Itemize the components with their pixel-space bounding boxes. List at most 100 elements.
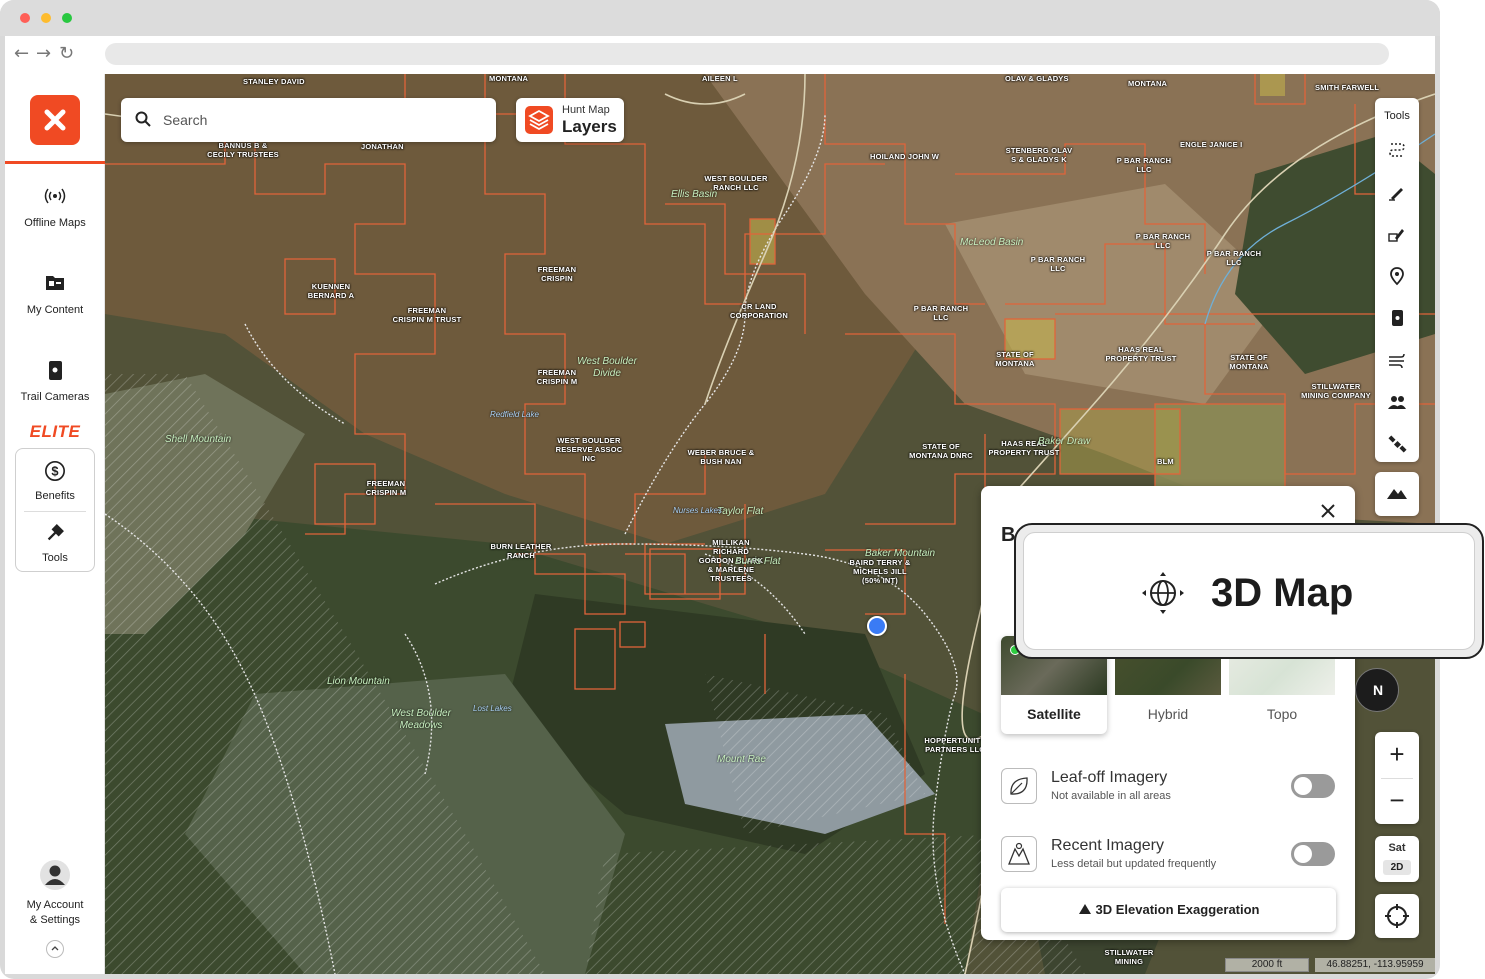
sidebar-item-trail-cameras[interactable]: Trail Cameras (5, 358, 105, 404)
sidebar-item-tools[interactable]: Tools (16, 521, 94, 565)
trail-camera-tool-icon[interactable] (1387, 308, 1407, 328)
parcel-owner-label: MONTANA (489, 74, 529, 83)
parcel-owner-label: P BAR RANCH LLC (1206, 249, 1262, 267)
parcel-owner-label: P BAR RANCH LLC (1135, 232, 1191, 250)
parcel-owner-label: FREEMAN CRISPIN M (365, 479, 407, 497)
coordinates-readout: 46.88251, -113.95959 (1315, 958, 1435, 972)
browser-window: ← → ↻ Offline Maps My Content Trail Came… (0, 0, 1440, 979)
recent-toggle[interactable] (1291, 842, 1335, 866)
crosshair-icon (1385, 904, 1409, 928)
user-location-marker[interactable] (867, 616, 887, 636)
leafoff-toggle[interactable] (1291, 774, 1335, 798)
zoom-in-button[interactable]: + (1375, 732, 1419, 778)
recent-title: Recent Imagery (1051, 837, 1164, 854)
sidebar-item-offline-maps[interactable]: Offline Maps (5, 184, 105, 230)
place-name-label: Burris Flat (735, 556, 781, 567)
parcel-owner-label: P BAR RANCH LLC (1030, 255, 1086, 273)
dollar-icon: $ (45, 461, 65, 481)
globe-3d-icon (1142, 572, 1184, 614)
parcel-owner-label: BAIRD TERRY & MICHELS JILL (50% INT) (849, 558, 911, 585)
reload-icon[interactable]: ↻ (59, 43, 74, 64)
parcel-owner-label: HAAS REAL PROPERTY TRUST (1105, 345, 1177, 363)
parcel-owner-label: STILLWATER MINING (1104, 948, 1154, 966)
sidebar: Offline Maps My Content Trail Cameras EL… (5, 74, 105, 974)
back-arrow-icon[interactable]: ← (14, 43, 29, 64)
water-name-label: Redfield Lake (490, 410, 539, 419)
zoom-out-button[interactable]: − (1375, 778, 1419, 824)
address-bar[interactable] (105, 43, 1389, 65)
layers-title: Layers (562, 117, 617, 136)
parcel-owner-label: CR LAND CORPORATION (730, 302, 788, 320)
offline-maps-icon (44, 188, 66, 204)
3d-map-label: 3D Map (1211, 571, 1354, 615)
place-name-label: West Boulder Divide (577, 356, 637, 379)
sidebar-item-benefits[interactable]: $ Benefits (16, 459, 94, 503)
place-name-label: West Boulder Meadows (391, 708, 451, 731)
place-name-label: Taylor Flat (717, 506, 764, 517)
search-icon (135, 111, 151, 127)
trail-camera-icon (49, 361, 62, 380)
water-name-label: Lost Lakes (473, 704, 512, 713)
3d-map-callout[interactable]: 3D Map (1014, 523, 1484, 659)
parcel-owner-label: STANLEY DAVID (243, 77, 305, 86)
collapse-sidebar-button[interactable] (46, 940, 64, 958)
parcel-owner-label: STENBERG OLAV S & GLADYS K (1005, 146, 1073, 164)
elite-badge: ELITE (29, 422, 81, 441)
recent-subtitle: Less detail but updated frequently (1051, 858, 1217, 870)
water-name-label: Nurses Lakes (673, 506, 722, 515)
friends-icon[interactable] (1387, 392, 1407, 412)
leafoff-subtitle: Not available in all areas (1051, 790, 1171, 802)
parcel-owner-label: ENGLE JANICE I (1180, 140, 1243, 149)
close-icon[interactable] (1319, 502, 1337, 520)
zoom-controls: + − (1375, 732, 1419, 824)
elite-section: $ Benefits Tools (15, 448, 95, 572)
3d-map-button[interactable]: 3D Map (1023, 532, 1475, 650)
parcel-owner-label: BLM (1157, 457, 1174, 466)
place-name-label: Shell Mountain (165, 434, 232, 445)
parcel-owner-label: WEST BOULDER RESERVE ASSOC INC (555, 436, 623, 463)
search-bar[interactable]: Search (121, 98, 496, 142)
route-tool-icon[interactable] (1387, 140, 1407, 160)
compass-north-label: N (1372, 682, 1384, 698)
tools-title: Tools (1384, 110, 1410, 122)
close-window-button[interactable] (20, 13, 30, 23)
search-input[interactable]: Search (163, 112, 207, 128)
forward-arrow-icon[interactable]: → (36, 43, 51, 64)
place-name-label: McLeod Basin (960, 237, 1024, 248)
compass-button[interactable]: N (1355, 668, 1399, 712)
sidebar-item-my-content[interactable]: My Content (5, 271, 105, 317)
waypoint-icon[interactable] (1387, 266, 1407, 286)
draw-shape-icon[interactable] (1387, 224, 1407, 244)
leafoff-title: Leaf-off Imagery (1051, 769, 1168, 786)
parcel-owner-label: OLAV & GLADYS (1005, 74, 1069, 83)
place-name-label: Lion Mountain (327, 676, 390, 687)
sidebar-item-account[interactable]: My Account & Settings (5, 860, 105, 927)
locate-me-button[interactable] (1375, 894, 1419, 938)
parcel-owner-label: AILEEN L (702, 74, 738, 83)
maximize-window-button[interactable] (62, 13, 72, 23)
account-label-2: & Settings (29, 914, 81, 926)
minimize-window-button[interactable] (41, 13, 51, 23)
parcel-owner-label: HOILAND JOHN W (870, 152, 940, 161)
map-style-toggle[interactable]: Sat 2D (1375, 836, 1419, 882)
chevron-up-icon (51, 946, 59, 951)
wind-icon[interactable] (1387, 350, 1407, 370)
parcel-owner-label: JONATHAN (361, 142, 404, 151)
elevation-exaggeration-button[interactable]: 3D Elevation Exaggeration (1001, 888, 1336, 932)
logo-underline (5, 161, 105, 164)
satellite-icon[interactable] (1387, 434, 1407, 454)
layers-button[interactable]: Hunt Map Layers (516, 98, 624, 142)
tools-icon (47, 524, 64, 541)
terrain-3d-button[interactable] (1375, 472, 1419, 516)
app-logo[interactable] (30, 95, 80, 145)
draw-line-icon[interactable] (1387, 182, 1407, 202)
sidebar-item-label: Trail Cameras (20, 391, 90, 403)
tile-label: Hybrid (1147, 706, 1189, 722)
divider (24, 511, 86, 512)
parcel-owner-label: FREEMAN CRISPIN M TRUST (392, 306, 462, 324)
folder-icon (46, 276, 64, 290)
parcel-owner-label: BURN LEATHER RANCH (490, 542, 552, 560)
parcel-owner-label: WEBER BRUCE & BUSH NAN (687, 448, 755, 466)
mountain-small-icon (1078, 904, 1091, 914)
layers-icon (525, 106, 553, 134)
